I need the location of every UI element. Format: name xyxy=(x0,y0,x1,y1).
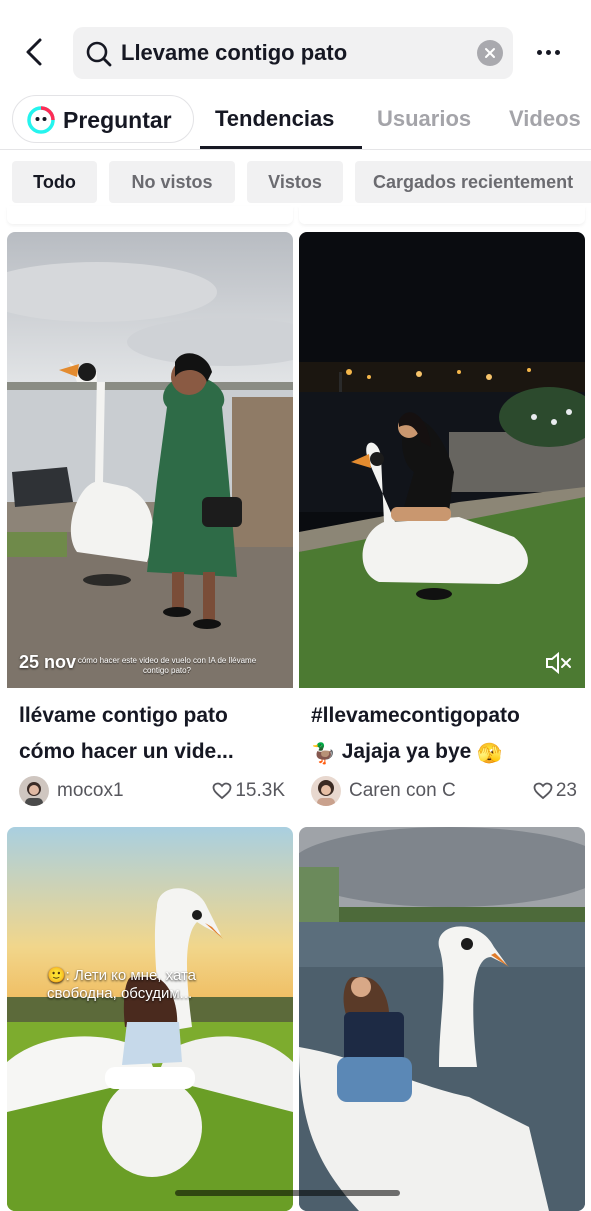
chevron-left-icon xyxy=(26,38,42,66)
filter-chips: Todo No vistos Vistos Cargados recientem… xyxy=(0,160,591,204)
search-query: Llevame contigo pato xyxy=(121,40,348,65)
duck-emoji: 🦆 xyxy=(311,743,336,765)
more-options-button[interactable] xyxy=(530,38,566,66)
video-card[interactable]: 🙂: Лети ко мне, хата свободна, обсудим..… xyxy=(7,827,293,1211)
tab-usuarios[interactable]: Usuarios xyxy=(377,106,471,132)
peeking-face-emoji: 🫣 xyxy=(477,743,503,765)
search-icon xyxy=(86,41,112,67)
back-button[interactable] xyxy=(18,34,50,70)
filter-todo[interactable]: Todo xyxy=(12,161,97,203)
video-thumbnail xyxy=(299,827,585,1211)
dot-icon xyxy=(545,49,551,55)
like-count: 15.3K xyxy=(212,780,285,802)
search-tabs: Preguntar Tendencias Usuarios Videos xyxy=(0,94,591,150)
dot-icon xyxy=(554,49,560,55)
author-name[interactable]: Caren con C xyxy=(349,780,456,802)
author-name[interactable]: mocox1 xyxy=(57,780,124,802)
divider xyxy=(299,206,585,224)
filter-vistos[interactable]: Vistos xyxy=(247,161,343,203)
title-line-text: Jajaja ya bye xyxy=(341,740,472,763)
like-count: 23 xyxy=(533,780,577,802)
like-count-value: 15.3K xyxy=(235,780,285,801)
avatar[interactable] xyxy=(19,776,49,806)
video-meta: Caren con C 23 xyxy=(311,776,577,808)
video-card[interactable] xyxy=(299,827,585,1211)
tab-videos[interactable]: Videos xyxy=(509,106,581,132)
video-thumbnail xyxy=(299,232,585,688)
mute-icon[interactable] xyxy=(545,650,573,676)
video-title: llévame contigo pato cómo hacer un vide.… xyxy=(19,698,287,770)
heart-icon xyxy=(212,782,232,800)
heart-icon xyxy=(533,782,553,800)
filter-no-vistos[interactable]: No vistos xyxy=(109,161,235,203)
video-card[interactable]: 25 nov cómo hacer este video de vuelo co… xyxy=(7,232,293,820)
video-meta: mocox1 15.3K xyxy=(19,776,285,808)
search-input[interactable]: Llevame contigo pato xyxy=(73,27,513,79)
title-line: #llevamecontigopato xyxy=(311,704,520,727)
clear-search-button[interactable] xyxy=(477,40,503,66)
video-caption-overlay: cómo hacer este video de vuelo con IA de… xyxy=(77,656,257,675)
video-thumbnail xyxy=(7,232,293,688)
video-card[interactable]: #llevamecontigopato 🦆 Jajaja ya bye 🫣 Ca… xyxy=(299,232,585,820)
tab-tendencias[interactable]: Tendencias xyxy=(215,106,334,132)
top-bar: Llevame contigo pato xyxy=(0,0,591,92)
ai-assistant-icon xyxy=(27,106,55,134)
like-count-value: 23 xyxy=(555,780,577,801)
video-subtitle-overlay: 🙂: Лети ко мне, хата свободна, обсудим..… xyxy=(47,967,197,1002)
close-icon xyxy=(485,48,495,58)
active-tab-indicator xyxy=(200,146,362,149)
video-title: #llevamecontigopato 🦆 Jajaja ya bye 🫣 xyxy=(311,698,579,772)
video-thumbnail xyxy=(7,827,293,1211)
home-indicator xyxy=(175,1190,400,1196)
filter-cargados-recientemente[interactable]: Cargados recientement xyxy=(355,161,591,203)
title-line: 🦆 Jajaja ya bye 🫣 xyxy=(311,734,579,772)
divider xyxy=(7,206,293,224)
ask-label: Preguntar xyxy=(63,107,172,133)
title-line: llévame contigo pato xyxy=(19,704,228,727)
dot-icon xyxy=(536,49,542,55)
ask-button[interactable]: Preguntar xyxy=(12,95,194,143)
title-line: cómo hacer un vide... xyxy=(19,740,234,763)
avatar[interactable] xyxy=(311,776,341,806)
